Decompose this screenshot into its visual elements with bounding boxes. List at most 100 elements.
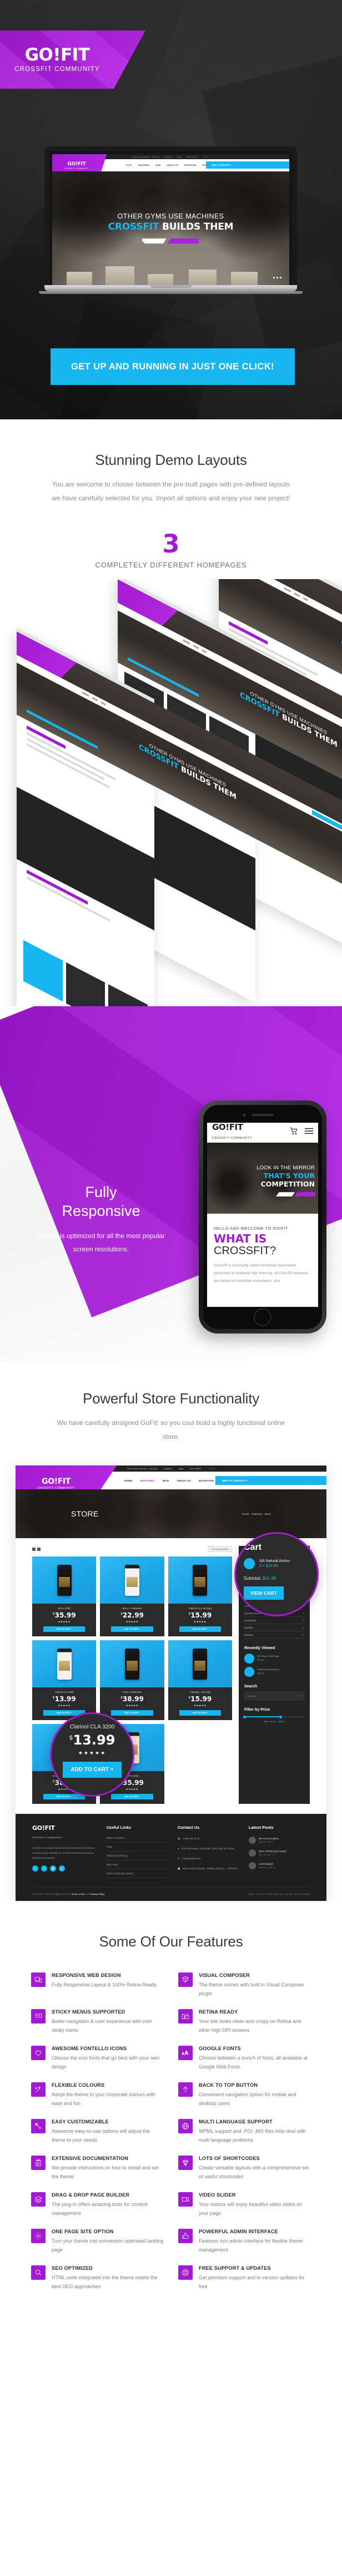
add-to-cart-button[interactable]: ADD TO CART + — [111, 1710, 153, 1716]
feature-item: EXTENSIVE DOCUMENTATION We provide instr… — [31, 2156, 164, 2181]
add-to-cart-button[interactable]: ADD TO CART + — [111, 1794, 153, 1800]
footer-contact-heading: Contact Us — [177, 1825, 200, 1830]
footer-post[interactable]: We're Still Moving Forward April 10, 201… — [248, 1847, 310, 1859]
footer-menu-item[interactable]: Nutrition — [284, 1893, 293, 1895]
cart-icon[interactable] — [290, 1127, 298, 1138]
recent-item[interactable]: ISO Whey, 1900 Caps $19.99 — [244, 1654, 304, 1664]
category-item[interactable]: Workout + — [244, 1631, 304, 1639]
contact-hours: ⏰ Open Hours: Monday - Sunday, 8:00 am — … — [177, 1867, 238, 1870]
store-brand-name: GO!FIT — [42, 1477, 71, 1486]
phone-heading-b: CROSSFIT? — [214, 1245, 276, 1257]
gear-icon — [31, 2229, 46, 2244]
arrow-accent-icon — [276, 1192, 315, 1197]
feature-item: FLEXIBLE COLOURS Adopt the theme to your… — [31, 2082, 164, 2108]
pinterest-icon[interactable]: p — [59, 1865, 65, 1872]
footer-post[interactable]: We Can Everything April 25, 2016 · 3 — [248, 1834, 310, 1847]
category-item[interactable]: Nutrition + — [244, 1624, 304, 1632]
search-icon[interactable]: ⚲ — [299, 1695, 301, 1697]
footer-social-links: f t ▣ p — [32, 1865, 97, 1872]
feature-title: SEO OPTIMIZED — [52, 2265, 93, 2271]
store-topbar-login: Login — [178, 1467, 184, 1470]
footer-posts-column: Latest Posts We Can Everything April 25,… — [248, 1825, 310, 1878]
store-mockup-wrapper: Open Hours 8:00 am - 10:00 pm Register L… — [16, 1466, 326, 1901]
feature-desc: Get premium support and in version updat… — [199, 2275, 305, 2289]
price-range-slider[interactable] — [243, 1715, 304, 1718]
product-card[interactable]: Clarinol CLA 3200 $13.99 ★★★★★ ADD TO CA… — [32, 1640, 97, 1721]
facebook-icon[interactable]: f — [32, 1865, 38, 1872]
feature-title: RESPONSIVE WEB DESIGN — [52, 1972, 121, 1979]
get-started-button[interactable]: GET UP AND RUNNING IN JUST ONE CLICK! — [51, 348, 295, 385]
store-page-title: STORE — [71, 1509, 99, 1519]
add-to-cart-button[interactable]: ADD TO CART + — [111, 1626, 153, 1632]
sort-select[interactable]: Sort by popularity — [207, 1546, 232, 1553]
product-card[interactable]: BCAA 9700 $35.99 ★★★★★ ADD TO CART + — [32, 1556, 97, 1637]
product-card[interactable]: Carnosyn, 120 caps $15.99 ★★★★★ ADD TO C… — [168, 1640, 232, 1721]
arrow-up-icon — [178, 2082, 193, 2097]
phone-kicker: HELLO AND WELCOME TO GO!FIT — [214, 1226, 288, 1231]
contact-address: ● 375 Park Avenue, Suite 2607, New York, … — [177, 1847, 234, 1850]
product-price: 15.99 — [190, 1611, 212, 1620]
footer-link[interactable]: FAQs — [106, 1843, 168, 1852]
product-price: 15.99 — [190, 1695, 212, 1703]
add-to-cart-button[interactable]: ADD TO CART + — [179, 1626, 221, 1632]
phone-nav-icons — [290, 1127, 313, 1138]
product-name: Clarinol CLA, 90 Caps — [188, 1607, 212, 1610]
rating-stars: ★★★★★ — [193, 1704, 207, 1707]
zoom-add-to-cart-button[interactable]: ADD TO CART + — [63, 1762, 122, 1778]
zoom-view-cart-button[interactable]: VIEW CART — [244, 1586, 284, 1600]
footer-link[interactable]: Open Gym — [106, 1860, 168, 1870]
feature-item: RETINA READY Your site looks clean and c… — [178, 2009, 311, 2035]
phone-brand-tagline: CROSSFIT COMMUNITY — [212, 1137, 253, 1140]
twitter-icon[interactable]: t — [41, 1865, 47, 1872]
recent-item[interactable]: Extreme Whey Deluxe $38.99 — [244, 1667, 304, 1677]
footer-link[interactable]: What is CrossFit? — [106, 1834, 168, 1843]
phone-home-button[interactable] — [254, 1309, 271, 1326]
footer-post[interactable]: Go!Fit Barbell March 21, 2016 · 3 — [248, 1859, 310, 1872]
store-description: We have carefully designed GoFit! so you… — [57, 1419, 285, 1441]
lifebuoy-icon — [178, 2265, 193, 2280]
post-avatar — [248, 1837, 256, 1844]
topbar-login: Login — [177, 155, 182, 158]
product-card[interactable]: BGAA + Glutamine $22.99 ★★★★★ ADD TO CAR… — [100, 1556, 164, 1637]
mockup-menu-item: HOME — [125, 164, 132, 166]
add-to-cart-button[interactable]: ADD TO CART + — [179, 1710, 221, 1716]
feature-item: AA GOOGLE FONTS Choose between a bunch o… — [178, 2046, 311, 2071]
footer-link[interactable]: Shedule and Pricing — [106, 1852, 168, 1861]
mockup-slide-text: OTHER GYMS USE MACHINES CROSSFIT BUILDS … — [52, 212, 289, 244]
terms-link[interactable]: Terms of Use — [72, 1893, 85, 1895]
feature-title: GOOGLE FONTS — [199, 2046, 241, 2052]
add-to-cart-button[interactable]: ADD TO CART + — [43, 1626, 86, 1632]
product-card[interactable]: Pure L-Glutamine $38.99 ★★★★★ ADD TO CAR… — [100, 1640, 164, 1721]
footer-menu-item[interactable]: Home — [248, 1893, 254, 1895]
homepage-count-number: 3 — [162, 529, 180, 559]
footer-menu-item[interactable]: WOD — [266, 1893, 272, 1895]
category-item[interactable]: Community + — [244, 1617, 304, 1625]
post-avatar — [248, 1862, 256, 1870]
store-menu-item: ABOUT US — [177, 1479, 192, 1482]
footer-menu-item[interactable]: Features — [256, 1893, 264, 1895]
visual-composer-icon — [178, 1972, 193, 1987]
product-zoom-callout: Clarinol CLA 3200 $13.99 ★★★★★ ADD TO CA… — [50, 1712, 134, 1797]
wrench-icon — [31, 2119, 46, 2134]
recent-item-name: ISO Whey, 1900 Caps — [257, 1655, 279, 1658]
store-menu-item: NUTRITION — [199, 1479, 214, 1482]
footer-link[interactable]: Go!Fit Community Awards — [106, 1869, 168, 1879]
privacy-link[interactable]: Privacy Policy — [90, 1893, 104, 1895]
product-card[interactable]: Clarinol CLA, 90 Caps $15.99 ★★★★★ ADD T… — [168, 1556, 232, 1637]
search-input[interactable]: Keyword ⚲ — [244, 1692, 304, 1701]
footer-menu-item[interactable]: About Us — [274, 1893, 283, 1895]
footer-menu-item[interactable]: New to CrossFit — [294, 1893, 310, 1895]
grid-view-icon[interactable] — [32, 1547, 41, 1551]
features-section: Some Of Our Features RESPONSIVE WEB DESI… — [0, 1901, 342, 2321]
footer-useful-heading: Useful Links — [106, 1825, 132, 1830]
instagram-icon[interactable]: ▣ — [50, 1865, 56, 1872]
add-to-cart-button[interactable]: ADD TO CART + — [43, 1794, 86, 1800]
mockup-brand-tagline: CROSSFIT COMMUNITY — [64, 168, 89, 170]
hero-section: GO!FIT CROSSFIT COMMUNITY Open Hours 8:0… — [0, 0, 342, 419]
feature-desc: Awesome easy-to-use options will adjust … — [52, 2128, 150, 2143]
post-date: April 25, 2016 — [258, 1841, 271, 1844]
product-name: Pure L-Glutamine — [123, 1691, 142, 1694]
feature-desc: Create versatile layouts with a comprehe… — [199, 2165, 309, 2179]
product-name: Carnosyn, 120 caps — [189, 1691, 210, 1694]
hamburger-icon[interactable] — [305, 1128, 313, 1138]
